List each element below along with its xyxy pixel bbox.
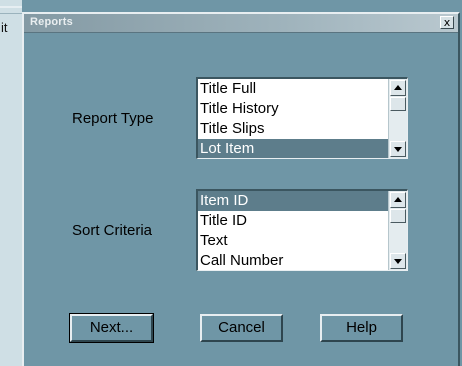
dialog-titlebar[interactable]: Reports x <box>24 14 458 33</box>
chevron-down-icon <box>394 147 402 152</box>
report-type-option-selected[interactable]: Lot Item <box>198 139 389 158</box>
scroll-up-button[interactable] <box>390 80 406 96</box>
help-button[interactable]: Help <box>320 314 403 342</box>
scroll-thumb[interactable] <box>390 97 406 111</box>
next-button[interactable]: Next... <box>69 313 154 343</box>
report-type-option[interactable]: Title Full <box>198 79 389 99</box>
chevron-down-icon <box>394 259 402 264</box>
report-type-option[interactable]: Title History <box>198 99 389 119</box>
chevron-up-icon <box>394 85 402 90</box>
sort-criteria-option[interactable]: Text <box>198 231 389 251</box>
scroll-thumb[interactable] <box>390 209 406 223</box>
close-icon: x <box>443 16 451 29</box>
sort-criteria-option[interactable]: Call Number <box>198 251 389 270</box>
scroll-down-button[interactable] <box>390 141 406 157</box>
sort-criteria-listbox[interactable]: Item ID Title ID Text Call Number <box>196 189 408 271</box>
sort-criteria-option-selected[interactable]: Item ID <box>198 191 389 211</box>
dialog-title: Reports <box>30 16 73 28</box>
background-window-title: it <box>1 20 8 35</box>
cancel-button[interactable]: Cancel <box>200 314 283 342</box>
background-window: it <box>0 0 22 366</box>
background-window-border <box>0 6 22 8</box>
sort-criteria-label: Sort Criteria <box>72 222 153 239</box>
report-type-listbox[interactable]: Title Full Title History Title Slips Lot… <box>196 77 408 159</box>
background-window-divider <box>0 13 22 14</box>
scroll-up-button[interactable] <box>390 192 406 208</box>
sort-criteria-option[interactable]: Title ID <box>198 211 389 231</box>
sort-criteria-items: Item ID Title ID Text Call Number <box>198 191 389 270</box>
report-type-option[interactable]: Title Slips <box>198 119 389 139</box>
report-type-scrollbar[interactable] <box>388 79 407 158</box>
scroll-down-button[interactable] <box>390 253 406 269</box>
reports-dialog: Reports x Report Type Title Full Title H… <box>22 12 460 366</box>
sort-criteria-scrollbar[interactable] <box>388 191 407 270</box>
report-type-items: Title Full Title History Title Slips Lot… <box>198 79 389 158</box>
close-button[interactable]: x <box>440 16 454 29</box>
chevron-up-icon <box>394 197 402 202</box>
report-type-label: Report Type <box>72 110 154 127</box>
